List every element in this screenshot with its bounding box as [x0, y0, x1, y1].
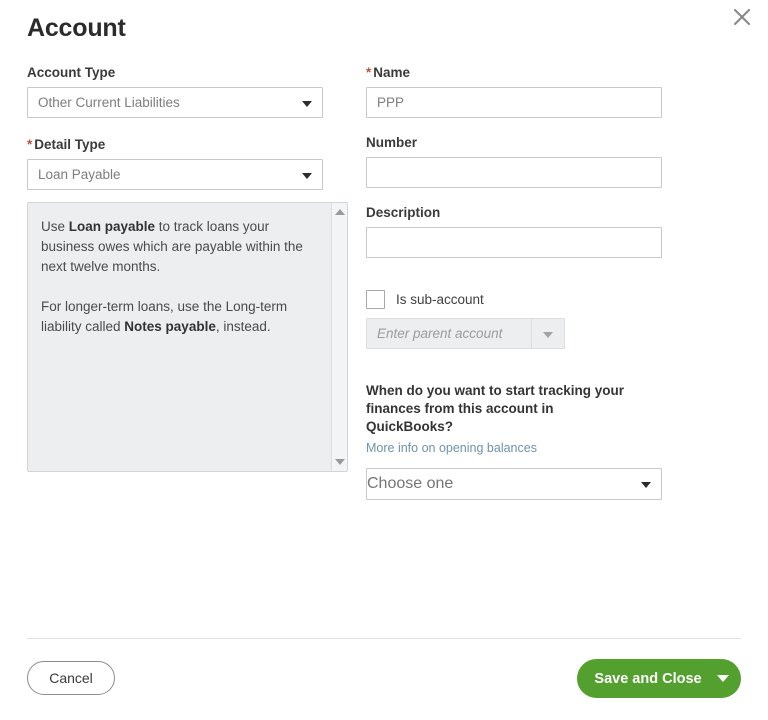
account-dialog: Account Account Type Other Current Liabi… — [0, 0, 768, 720]
description-field[interactable] — [366, 227, 662, 258]
name-label: * Name — [366, 64, 662, 81]
detail-type-label-text: Detail Type — [34, 137, 106, 152]
description-label: Description — [366, 204, 662, 221]
help-paragraph-1: Use Loan payable to track loans your bus… — [41, 217, 305, 277]
cancel-button[interactable]: Cancel — [27, 661, 115, 695]
help-paragraph-2: For longer-term loans, use the Long-term… — [41, 297, 305, 337]
is-sub-account-checkbox[interactable] — [366, 290, 385, 309]
number-value — [377, 158, 633, 187]
help-p1-pre: Use — [41, 219, 69, 234]
required-asterisk: * — [366, 65, 372, 80]
save-and-close-label: Save and Close — [594, 670, 702, 687]
name-field[interactable]: PPP — [366, 87, 662, 118]
name-value: PPP — [377, 95, 405, 110]
is-sub-account-row: Is sub-account — [366, 290, 662, 309]
account-type-label-text: Account Type — [27, 65, 116, 80]
account-type-select[interactable]: Other Current Liabilities — [27, 87, 323, 118]
scroll-down-arrow-icon[interactable] — [334, 459, 345, 465]
number-field[interactable] — [366, 157, 662, 188]
number-label-text: Number — [366, 135, 418, 150]
number-label: Number — [366, 134, 662, 151]
detail-type-select[interactable]: Loan Payable — [27, 159, 323, 190]
help-p1-bold: Loan payable — [68, 219, 156, 234]
detail-type-value: Loan Payable — [38, 167, 121, 182]
help-panel-scrollbar[interactable] — [331, 203, 347, 471]
account-type-label: Account Type — [27, 64, 323, 81]
chevron-down-icon — [302, 100, 312, 107]
help-panel-text: Use Loan payable to track loans your bus… — [28, 203, 317, 347]
description-label-text: Description — [366, 205, 441, 220]
parent-account-placeholder: Enter parent account — [377, 326, 503, 341]
chevron-down-icon — [302, 172, 312, 179]
right-column: * Name PPP Number Description Is sub-acco… — [366, 64, 662, 500]
parent-account-select[interactable]: Enter parent account — [366, 318, 565, 349]
page-title: Account — [27, 14, 126, 42]
chevron-down-icon — [641, 482, 651, 488]
left-column: Account Type Other Current Liabilities *… — [27, 64, 323, 190]
scroll-up-arrow-icon[interactable] — [334, 209, 345, 215]
help-p2-post: , instead. — [215, 319, 271, 334]
opening-balances-link[interactable]: More info on opening balances — [366, 441, 537, 455]
save-and-close-button[interactable]: Save and Close — [577, 659, 741, 698]
chevron-down-icon[interactable] — [705, 675, 741, 682]
description-value — [377, 228, 633, 257]
account-type-value: Other Current Liabilities — [38, 95, 180, 110]
tracking-start-select[interactable]: Choose one — [366, 468, 662, 500]
chevron-down-icon — [543, 331, 553, 338]
is-sub-account-label: Is sub-account — [396, 292, 484, 307]
detail-type-label: * Detail Type — [27, 136, 323, 153]
parent-account-dropdown-button[interactable] — [531, 319, 564, 348]
footer-divider — [27, 638, 741, 639]
required-asterisk: * — [27, 137, 33, 152]
close-icon[interactable] — [729, 4, 755, 30]
detail-type-help-panel: Use Loan payable to track loans your bus… — [27, 202, 348, 472]
help-p2-bold: Notes payable — [124, 319, 216, 334]
tracking-start-value: Choose one — [367, 475, 454, 492]
name-label-text: Name — [373, 65, 411, 80]
tracking-question: When do you want to start tracking your … — [366, 383, 625, 434]
